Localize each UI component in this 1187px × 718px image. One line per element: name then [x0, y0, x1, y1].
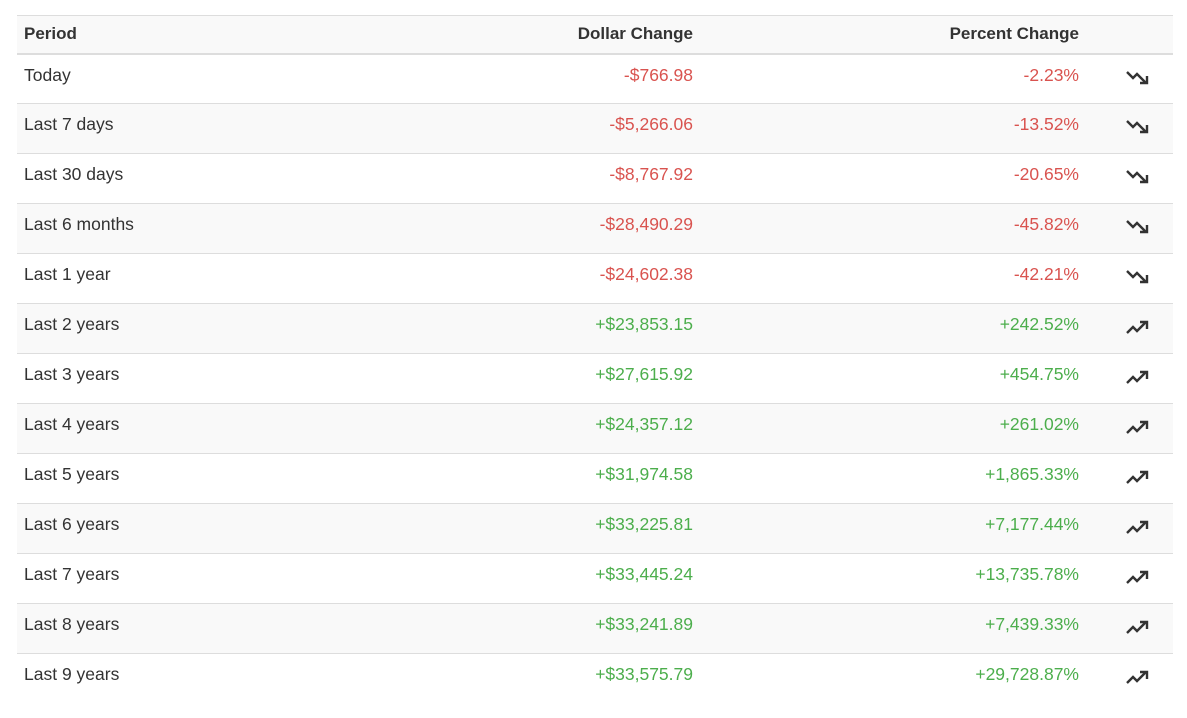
trend-cell [1086, 254, 1173, 304]
table-row: Last 8 years +$33,241.89 +7,439.33% [17, 603, 1173, 654]
table-header: Period Dollar Change Percent Change [17, 15, 1173, 54]
trending-down-icon [1124, 165, 1150, 187]
trend-cell [1086, 504, 1173, 554]
period-cell: Last 6 years [24, 514, 120, 534]
dollar-change-cell: -$28,490.29 [599, 214, 693, 234]
trend-cell [1086, 604, 1173, 654]
table-row: Last 7 days -$5,266.06 -13.52% [17, 103, 1173, 154]
period-cell: Last 2 years [24, 314, 120, 334]
percent-change-cell: +7,439.33% [985, 614, 1079, 634]
percent-change-cell: -20.65% [1013, 164, 1079, 184]
trend-cell [1086, 104, 1173, 154]
trending-up-icon [1124, 515, 1150, 537]
trend-cell [1086, 304, 1173, 354]
period-cell: Last 30 days [24, 164, 124, 184]
table-row: Last 3 years +$27,615.92 +454.75% [17, 353, 1173, 404]
trend-cell [1086, 554, 1173, 604]
trending-down-icon [1124, 66, 1150, 88]
dollar-change-cell: +$31,974.58 [595, 464, 693, 484]
percent-change-cell: +7,177.44% [985, 514, 1079, 534]
table-row: Today -$766.98 -2.23% [17, 53, 1173, 104]
table-row: Last 5 years +$31,974.58 +1,865.33% [17, 453, 1173, 504]
period-cell: Today [24, 64, 71, 85]
dollar-change-cell: +$27,615.92 [595, 364, 693, 384]
dollar-change-cell: +$23,853.15 [595, 314, 693, 334]
table-row: Last 1 year -$24,602.38 -42.21% [17, 253, 1173, 304]
period-cell: Last 5 years [24, 464, 120, 484]
dollar-change-cell: +$33,575.79 [595, 664, 693, 684]
price-change-table-container: Period Dollar Change Percent Change Toda… [17, 15, 1173, 704]
percent-change-cell: +13,735.78% [975, 564, 1079, 584]
period-cell: Last 4 years [24, 414, 120, 434]
percent-change-cell: -13.52% [1013, 114, 1079, 134]
period-cell: Last 7 days [24, 114, 114, 134]
trending-down-icon [1124, 115, 1150, 137]
trending-up-icon [1124, 665, 1150, 687]
table-row: Last 6 months -$28,490.29 -45.82% [17, 203, 1173, 254]
table-row: Last 30 days -$8,767.92 -20.65% [17, 153, 1173, 204]
table-body: Today -$766.98 -2.23% Last 7 days -$5,266.06… [17, 53, 1173, 704]
percent-change-cell: +242.52% [999, 314, 1079, 334]
column-header-percent-change: Percent Change [949, 24, 1079, 44]
trending-up-icon [1124, 415, 1150, 437]
dollar-change-cell: -$8,767.92 [609, 164, 693, 184]
dollar-change-cell: +$33,225.81 [595, 514, 693, 534]
table-row: Last 6 years +$33,225.81 +7,177.44% [17, 503, 1173, 554]
trending-up-icon [1124, 615, 1150, 637]
dollar-change-cell: +$33,241.89 [595, 614, 693, 634]
percent-change-cell: -45.82% [1013, 214, 1079, 234]
table-header-row: Period Dollar Change Percent Change [17, 15, 1173, 54]
percent-change-cell: +454.75% [999, 364, 1079, 384]
percent-change-cell: -2.23% [1023, 64, 1079, 85]
trend-cell [1086, 654, 1173, 704]
trend-cell [1086, 454, 1173, 504]
trending-up-icon [1124, 315, 1150, 337]
period-cell: Last 8 years [24, 614, 120, 634]
trending-down-icon [1124, 265, 1150, 287]
trend-cell [1086, 54, 1173, 104]
trending-up-icon [1124, 565, 1150, 587]
trend-cell [1086, 354, 1173, 404]
trend-cell [1086, 404, 1173, 454]
table-row: Last 9 years +$33,575.79 +29,728.87% [17, 653, 1173, 704]
dollar-change-cell: +$33,445.24 [595, 564, 693, 584]
column-header-dollar-change: Dollar Change [577, 24, 693, 44]
table-row: Last 7 years +$33,445.24 +13,735.78% [17, 553, 1173, 604]
column-header-period: Period [24, 24, 77, 44]
dollar-change-cell: +$24,357.12 [595, 414, 693, 434]
trend-cell [1086, 204, 1173, 254]
table-row: Last 2 years +$23,853.15 +242.52% [17, 303, 1173, 354]
period-cell: Last 7 years [24, 564, 120, 584]
percent-change-cell: +29,728.87% [975, 664, 1079, 684]
percent-change-cell: +1,865.33% [985, 464, 1079, 484]
trending-up-icon [1124, 465, 1150, 487]
period-cell: Last 9 years [24, 664, 120, 684]
percent-change-cell: +261.02% [999, 414, 1079, 434]
trend-cell [1086, 154, 1173, 204]
period-cell: Last 6 months [24, 214, 134, 234]
column-header-trend [1086, 16, 1173, 54]
period-cell: Last 1 year [24, 264, 111, 284]
period-cell: Last 3 years [24, 364, 120, 384]
price-change-table: Period Dollar Change Percent Change Toda… [17, 15, 1173, 704]
trending-up-icon [1124, 365, 1150, 387]
trending-down-icon [1124, 215, 1150, 237]
dollar-change-cell: -$5,266.06 [609, 114, 693, 134]
table-row: Last 4 years +$24,357.12 +261.02% [17, 403, 1173, 454]
dollar-change-cell: -$766.98 [623, 64, 693, 85]
percent-change-cell: -42.21% [1013, 264, 1079, 284]
dollar-change-cell: -$24,602.38 [599, 264, 693, 284]
